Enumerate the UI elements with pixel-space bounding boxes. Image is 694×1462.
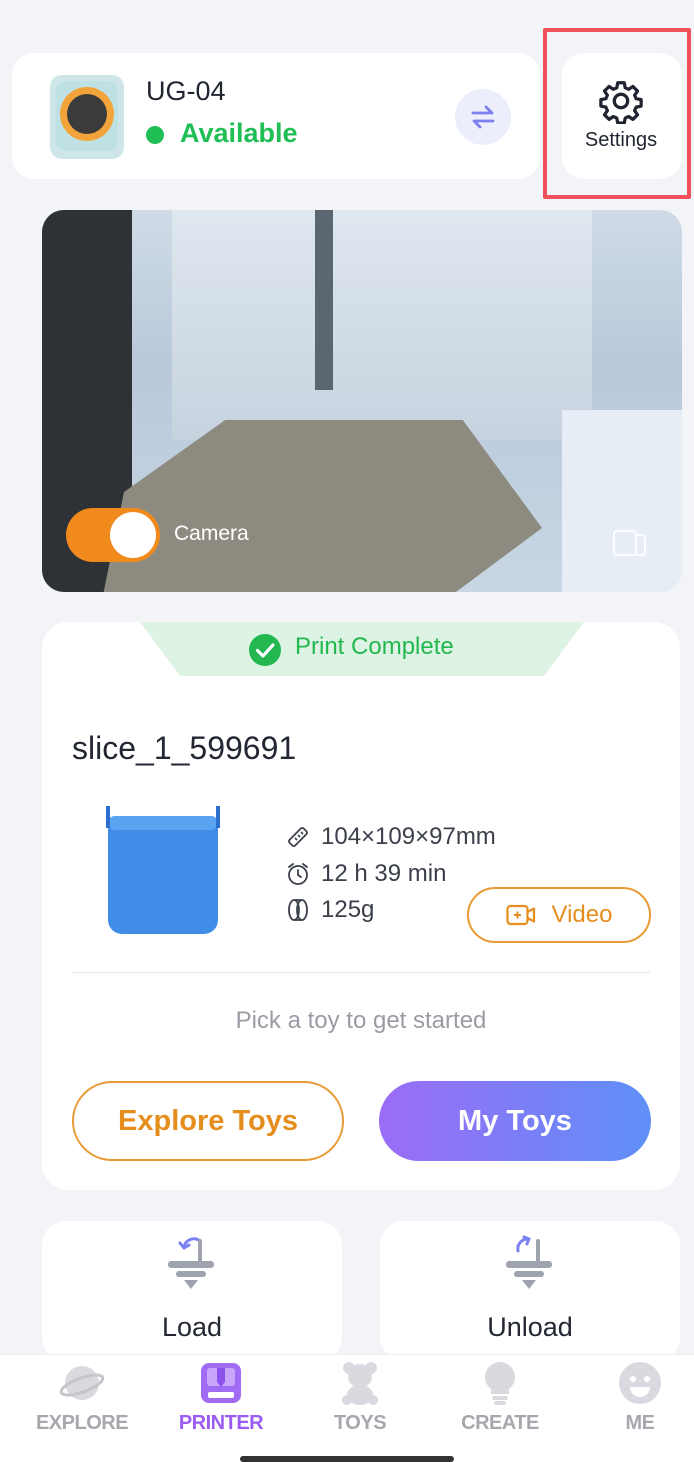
camera-toggle[interactable]	[66, 508, 160, 562]
nav-label: EXPLORE	[35, 1412, 129, 1434]
nav-explore[interactable]: EXPLORE	[22, 1360, 142, 1435]
print-file-name: slice_1_599691	[72, 730, 297, 766]
filament-spool-icon	[288, 899, 308, 921]
unload-nozzle-icon	[506, 1235, 552, 1289]
switch-device-button[interactable]	[455, 89, 511, 145]
home-indicator	[240, 1456, 454, 1462]
ruler-icon	[288, 827, 308, 847]
nav-me[interactable]: ME	[580, 1360, 694, 1435]
unload-label: Unload	[487, 1312, 573, 1342]
fullscreen-icon[interactable]	[612, 525, 648, 557]
nav-label: TOYS	[333, 1412, 387, 1434]
hint-text: Pick a toy to get started	[235, 1007, 487, 1034]
load-nozzle-icon	[168, 1237, 214, 1289]
print-dimensions: 104×109×97mm	[321, 823, 496, 850]
lightbulb-icon	[485, 1362, 515, 1405]
nav-printer[interactable]: PRINTER	[161, 1360, 281, 1435]
alarm-clock-icon	[288, 863, 308, 885]
status-dot-icon	[146, 126, 164, 144]
device-status: Available	[180, 118, 298, 148]
check-circle-icon	[249, 634, 281, 666]
video-label: Video	[551, 901, 613, 928]
print-status-text: Print Complete	[295, 633, 454, 660]
my-toys-button[interactable]: My Toys	[379, 1081, 651, 1161]
explore-toys-button[interactable]: Explore Toys	[72, 1081, 344, 1161]
swap-arrows-icon	[471, 105, 495, 129]
divider	[72, 972, 650, 973]
load-label: Load	[161, 1312, 223, 1342]
settings-highlight-box	[543, 28, 691, 199]
printer-icon	[201, 1363, 241, 1403]
nav-label: PRINTER	[178, 1412, 264, 1434]
video-camera-icon	[505, 904, 535, 926]
nav-label: CREATE	[461, 1412, 539, 1434]
video-button[interactable]: Video	[467, 887, 651, 943]
nav-label: ME	[625, 1412, 656, 1434]
print-duration: 12 h 39 min	[321, 860, 447, 887]
teddy-bear-icon	[342, 1362, 378, 1405]
model-preview	[106, 806, 220, 934]
smiley-face-icon	[619, 1362, 661, 1404]
print-weight: 125g	[321, 896, 375, 923]
nav-create[interactable]: CREATE	[440, 1360, 560, 1435]
planet-icon	[59, 1366, 105, 1400]
nav-toys[interactable]: TOYS	[300, 1360, 420, 1435]
device-name: UG-04	[146, 76, 226, 106]
device-thumbnail	[50, 75, 124, 159]
camera-label: Camera	[174, 522, 249, 545]
